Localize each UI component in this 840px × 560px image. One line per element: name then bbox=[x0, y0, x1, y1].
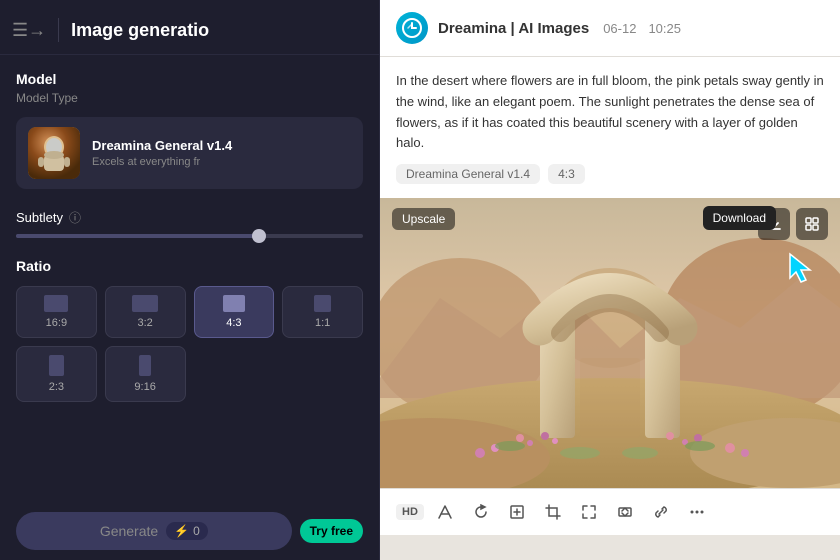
more-icon-btn[interactable] bbox=[682, 497, 712, 527]
hd-badge[interactable]: HD bbox=[396, 504, 424, 520]
model-card[interactable]: Dreamina General v1.4 Excels at everythi… bbox=[16, 117, 363, 189]
ratio-text-9x16: 9:16 bbox=[134, 381, 155, 393]
link-icon-btn[interactable] bbox=[646, 497, 676, 527]
left-content: Model Model Type bbox=[0, 55, 379, 438]
model-description: Excels at everything fr bbox=[92, 156, 351, 168]
generate-bar: Generate ⚡ 0 Try free bbox=[0, 502, 379, 560]
slider-track bbox=[16, 234, 363, 238]
credits-icon: ⚡ bbox=[174, 524, 189, 538]
app-name: Dreamina | AI Images bbox=[438, 20, 589, 37]
meta-time: 10:25 bbox=[648, 21, 681, 36]
ratio-btn-16x9[interactable]: 16:9 bbox=[16, 286, 97, 338]
slider-thumb[interactable] bbox=[252, 229, 266, 243]
ratio-label: Ratio bbox=[16, 258, 363, 274]
model-label: Model bbox=[16, 71, 363, 87]
empty-ratio-2 bbox=[282, 346, 363, 402]
tag-ratio: 4:3 bbox=[548, 164, 585, 184]
ratio-text-3x2: 3:2 bbox=[137, 317, 152, 329]
right-body: In the desert where flowers are in full … bbox=[380, 57, 840, 198]
model-thumbnail bbox=[28, 127, 80, 179]
left-panel: ☰→ Image generatio Model Model Type bbox=[0, 0, 380, 560]
upscale-badge: Upscale bbox=[392, 208, 455, 230]
ratio-btn-4x3[interactable]: 4:3 bbox=[194, 286, 275, 338]
ratio-icon-4x3 bbox=[223, 295, 245, 312]
ratio-text-1x1: 1:1 bbox=[315, 317, 330, 329]
tag-model: Dreamina General v1.4 bbox=[396, 164, 540, 184]
try-free-badge[interactable]: Try free bbox=[300, 519, 363, 543]
subtlety-row: Subtlety ⓘ bbox=[16, 209, 363, 226]
image-overlay-top-right: Download bbox=[758, 208, 828, 240]
meta-date: 06-12 bbox=[603, 21, 636, 36]
slider-fill bbox=[16, 234, 266, 238]
ratio-btn-2x3[interactable]: 2:3 bbox=[16, 346, 97, 402]
ratio-icon-3x2 bbox=[132, 295, 158, 312]
tags-row: Dreamina General v1.4 4:3 bbox=[396, 164, 824, 184]
model-info: Dreamina General v1.4 Excels at everythi… bbox=[92, 138, 351, 168]
credits-value: 0 bbox=[193, 524, 200, 538]
subtlety-slider[interactable] bbox=[16, 234, 363, 238]
upscale-icon-btn[interactable] bbox=[502, 497, 532, 527]
cursor-arrow bbox=[786, 250, 822, 291]
refresh-icon-btn[interactable] bbox=[466, 497, 496, 527]
ratio-icon-1x1 bbox=[314, 295, 331, 312]
ratio-text-2x3: 2:3 bbox=[49, 381, 64, 393]
download-tooltip: Download bbox=[703, 206, 776, 230]
ratio-btn-1x1[interactable]: 1:1 bbox=[282, 286, 363, 338]
generated-image: Upscale Download bbox=[380, 198, 840, 488]
flip-icon-btn[interactable] bbox=[610, 497, 640, 527]
ratio-icon-2x3 bbox=[49, 355, 64, 376]
generate-button[interactable]: Generate ⚡ 0 bbox=[16, 512, 292, 550]
description-text: In the desert where flowers are in full … bbox=[396, 71, 824, 154]
header-meta: 06-12 10:25 bbox=[603, 21, 681, 36]
empty-ratio-1 bbox=[194, 346, 275, 402]
ratio-grid-row1: 16:9 3:2 4:3 1:1 bbox=[16, 286, 363, 338]
ratio-icon-16x9 bbox=[44, 295, 68, 312]
ratio-text-4x3: 4:3 bbox=[226, 317, 241, 329]
crop-icon-btn[interactable] bbox=[538, 497, 568, 527]
ratio-btn-9x16[interactable]: 9:16 bbox=[105, 346, 186, 402]
subtlety-label: Subtlety bbox=[16, 210, 63, 225]
menu-icon[interactable]: ☰→ bbox=[12, 20, 46, 41]
model-sublabel: Model Type bbox=[16, 91, 363, 105]
expand-icon-btn[interactable] bbox=[574, 497, 604, 527]
image-overlay-top: Upscale bbox=[392, 208, 455, 230]
model-name: Dreamina General v1.4 bbox=[92, 138, 351, 153]
ratio-text-16x9: 16:9 bbox=[46, 317, 67, 329]
generate-label: Generate bbox=[100, 523, 158, 539]
image-bottom-bar: HD bbox=[380, 488, 840, 535]
image-container: Upscale Download bbox=[380, 198, 840, 560]
app-icon bbox=[396, 12, 428, 44]
left-header: ☰→ Image generatio bbox=[0, 0, 379, 55]
info-icon: ⓘ bbox=[69, 209, 81, 226]
expand-button[interactable] bbox=[796, 208, 828, 240]
right-header: Dreamina | AI Images 06-12 10:25 bbox=[380, 0, 840, 57]
ratio-icon-9x16 bbox=[139, 355, 151, 376]
ratio-grid-row2: 2:3 9:16 bbox=[16, 346, 363, 402]
credits-display: ⚡ 0 bbox=[166, 522, 208, 540]
ratio-btn-3x2[interactable]: 3:2 bbox=[105, 286, 186, 338]
page-title: Image generatio bbox=[71, 20, 209, 41]
enhance-icon-btn[interactable] bbox=[430, 497, 460, 527]
right-panel: Dreamina | AI Images 06-12 10:25 In the … bbox=[380, 0, 840, 560]
divider bbox=[58, 18, 59, 42]
